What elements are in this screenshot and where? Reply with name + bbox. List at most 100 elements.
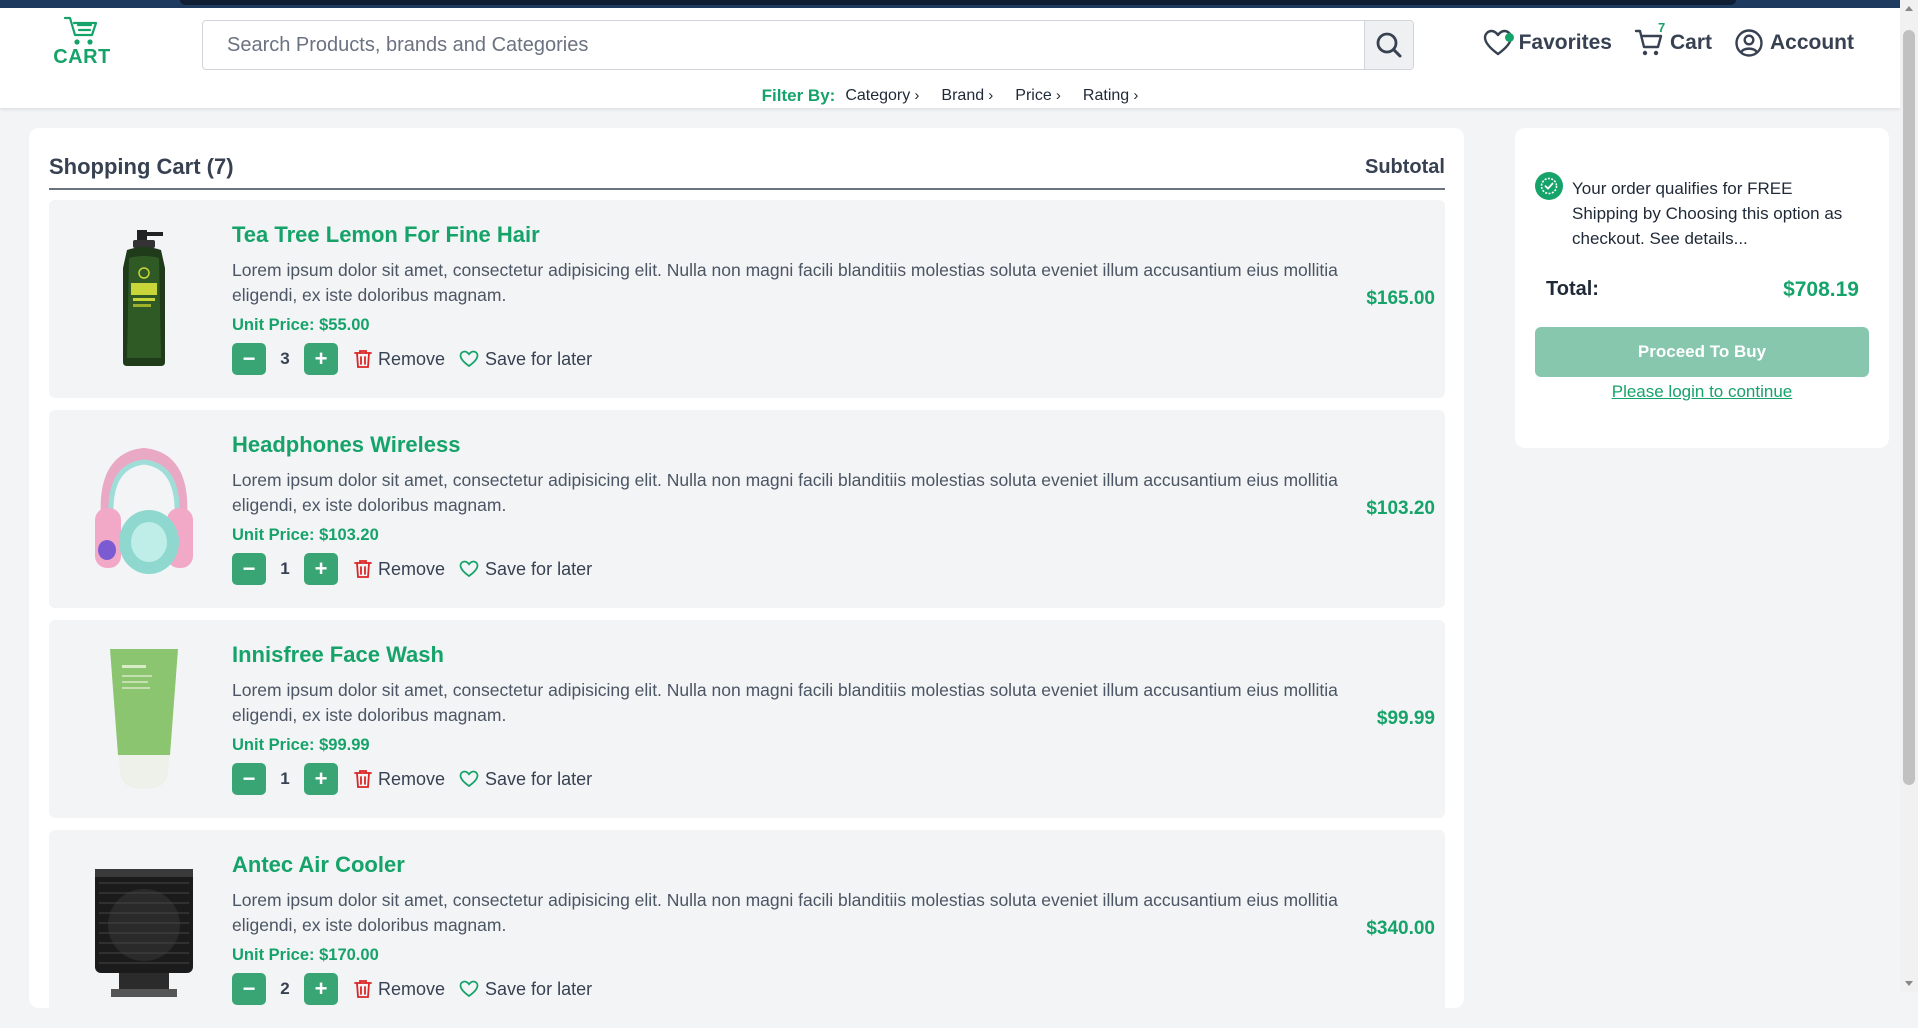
cart-item: Innisfree Face Wash Lorem ipsum dolor si…	[49, 620, 1445, 818]
save-for-later-button[interactable]: Save for later	[459, 979, 592, 1000]
decrease-quantity-button[interactable]: −	[232, 763, 266, 795]
favorites-indicator-dot	[1504, 33, 1514, 42]
product-image-shampoo[interactable]	[79, 220, 209, 375]
save-for-later-label: Save for later	[485, 978, 593, 999]
site-header: CART Favorites 7	[0, 8, 1900, 85]
filter-brand[interactable]: Brand	[941, 87, 993, 105]
heart-outline-icon	[459, 350, 479, 368]
item-controls: − 2 + Remove Save for later	[232, 973, 592, 1005]
search-input[interactable]	[203, 21, 1365, 69]
item-controls: − 1 + Remove Save for later	[232, 553, 592, 585]
item-subtotal: $165.00	[1366, 288, 1435, 309]
cart-header: Shopping Cart (7) Subtotal	[49, 154, 1445, 190]
cart-label: Cart	[1669, 31, 1712, 54]
cart-item: Antec Air Cooler Lorem ipsum dolor sit a…	[49, 830, 1445, 1028]
shopping-cart-logo-icon	[63, 16, 98, 45]
product-image-face-wash[interactable]	[79, 640, 209, 795]
top-accent-bar	[0, 0, 1900, 8]
unit-price: Unit Price: $99.99	[232, 736, 370, 754]
increase-quantity-button[interactable]: +	[304, 763, 338, 795]
scroll-down-arrow-icon[interactable]	[1905, 981, 1913, 986]
product-image-headphones[interactable]	[79, 430, 209, 585]
unit-price: Unit Price: $103.20	[232, 526, 379, 544]
increase-quantity-button[interactable]: +	[304, 343, 338, 375]
filter-rating[interactable]: Rating	[1083, 87, 1138, 105]
plus-icon: +	[314, 346, 328, 371]
heart-outline-icon	[459, 770, 479, 788]
remove-button[interactable]: Remove	[354, 559, 445, 580]
unit-price: Unit Price: $55.00	[232, 316, 370, 334]
subtotal-header: Subtotal	[1365, 156, 1445, 178]
item-subtotal: $99.99	[1376, 708, 1435, 729]
item-subtotal: $340.00	[1366, 918, 1435, 939]
save-for-later-button[interactable]: Save for later	[459, 769, 592, 790]
product-image-air-cooler[interactable]	[79, 850, 209, 1005]
account-link[interactable]: Account	[1734, 28, 1854, 58]
total-value: $708.19	[1783, 278, 1859, 301]
plus-icon: +	[314, 766, 328, 791]
favorites-label: Favorites	[1518, 31, 1612, 54]
decrease-quantity-button[interactable]: −	[232, 553, 266, 585]
trash-icon	[354, 560, 372, 578]
item-subtotal: $103.20	[1366, 498, 1435, 519]
increase-quantity-button[interactable]: +	[304, 973, 338, 1005]
remove-label: Remove	[378, 978, 446, 999]
unit-price: Unit Price: $170.00	[232, 946, 379, 964]
page-scrollbar[interactable]	[1900, 0, 1918, 992]
product-name[interactable]: Antec Air Cooler	[232, 852, 405, 878]
product-name[interactable]: Tea Tree Lemon For Fine Hair	[232, 222, 540, 248]
scroll-up-arrow-icon[interactable]	[1905, 6, 1913, 11]
quantity-value: 2	[280, 979, 290, 998]
remove-button[interactable]: Remove	[354, 349, 445, 370]
account-label: Account	[1770, 31, 1854, 54]
free-shipping-badge-icon	[1535, 172, 1563, 200]
search-bar	[202, 20, 1414, 70]
decrease-quantity-button[interactable]: −	[232, 343, 266, 375]
cart-link[interactable]: 7 Cart	[1634, 20, 1712, 58]
save-for-later-button[interactable]: Save for later	[459, 349, 592, 370]
logo-text: CART	[53, 46, 111, 68]
user-circle-icon	[1735, 29, 1763, 57]
product-name[interactable]: Innisfree Face Wash	[232, 642, 444, 668]
scrollbar-thumb[interactable]	[1903, 30, 1915, 785]
item-controls: − 3 + Remove Save for later	[232, 343, 592, 375]
decrease-quantity-button[interactable]: −	[232, 973, 266, 1005]
proceed-to-buy-button[interactable]: Proceed To Buy	[1535, 327, 1869, 377]
save-for-later-button[interactable]: Save for later	[459, 559, 592, 580]
remove-button[interactable]: Remove	[354, 769, 445, 790]
shampoo-bottle-icon	[123, 229, 165, 366]
save-for-later-label: Save for later	[485, 768, 593, 789]
product-description: Lorem ipsum dolor sit amet, consectetur …	[232, 680, 1338, 725]
total-label: Total:	[1546, 278, 1599, 300]
filter-bar: Filter By: Category Brand Price Rating	[0, 84, 1900, 108]
trash-icon	[354, 350, 372, 368]
filter-category[interactable]: Category	[845, 87, 919, 105]
trash-icon	[354, 980, 372, 998]
heart-outline-icon	[459, 980, 479, 998]
cart-count-badge: 7	[1657, 20, 1666, 35]
save-for-later-label: Save for later	[485, 558, 593, 579]
minus-icon: −	[242, 556, 256, 581]
headphones-icon	[95, 447, 193, 574]
product-description: Lorem ipsum dolor sit amet, consectetur …	[232, 890, 1338, 935]
minus-icon: −	[242, 766, 256, 791]
quantity-value: 3	[280, 349, 290, 368]
remove-label: Remove	[378, 768, 446, 789]
product-description: Lorem ipsum dolor sit amet, consectetur …	[232, 260, 1338, 305]
remove-label: Remove	[378, 348, 446, 369]
header-nav: Favorites 7 Cart Account	[1483, 20, 1854, 58]
login-link[interactable]: Please login to continue	[1515, 382, 1889, 402]
quantity-value: 1	[280, 769, 290, 788]
search-button[interactable]	[1364, 21, 1413, 69]
favorites-link[interactable]: Favorites	[1483, 29, 1612, 57]
remove-button[interactable]: Remove	[354, 979, 445, 1000]
minus-icon: −	[242, 346, 256, 371]
filter-price[interactable]: Price	[1015, 87, 1061, 105]
cpu-cooler-icon	[95, 868, 193, 997]
free-shipping-note: Your order qualifies for FREE Shipping b…	[1572, 179, 1843, 248]
increase-quantity-button[interactable]: +	[304, 553, 338, 585]
logo[interactable]: CART	[50, 14, 114, 69]
cart-item: Tea Tree Lemon For Fine Hair Lorem ipsum…	[49, 200, 1445, 398]
product-name[interactable]: Headphones Wireless	[232, 432, 460, 458]
minus-icon: −	[242, 976, 256, 1001]
